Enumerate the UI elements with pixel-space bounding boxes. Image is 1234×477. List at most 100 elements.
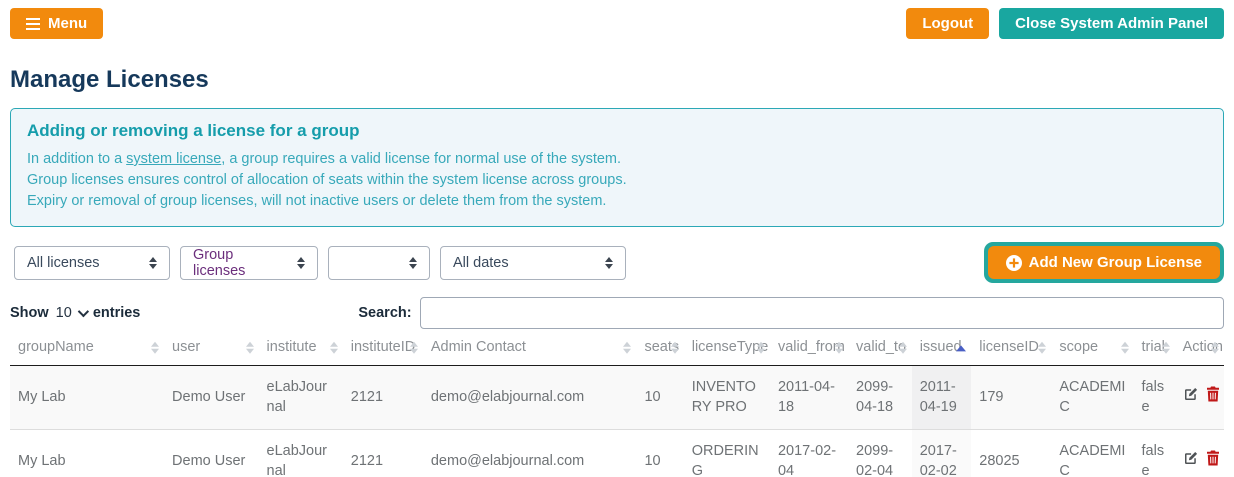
cell-issued: 2017-02-02 <box>912 430 972 477</box>
license-filter-select[interactable]: All licenses <box>14 246 170 280</box>
logout-button-label: Logout <box>922 15 973 32</box>
info-line-2: Group licenses ensures control of alloca… <box>27 170 1207 191</box>
sort-icon <box>899 342 907 354</box>
column-header-action[interactable]: Action <box>1175 333 1224 366</box>
cell-seats: 10 <box>636 430 683 477</box>
license-filter-value: All licenses <box>27 255 100 271</box>
column-header-label: institute <box>267 339 317 355</box>
close-system-admin-panel-button[interactable]: Close System Admin Panel <box>999 8 1224 39</box>
cell-user: Demo User <box>164 430 258 477</box>
cell-institute: eLabJournal <box>259 430 343 477</box>
table-row: My LabDemo UsereLabJournal2121demo@elabj… <box>10 366 1224 430</box>
sort-icon <box>671 342 679 354</box>
column-header-user[interactable]: user <box>164 333 258 366</box>
trash-icon[interactable] <box>1206 450 1220 473</box>
page-title: Manage Licenses <box>10 66 1224 94</box>
cell-adminContact: demo@elabjournal.com <box>423 366 637 430</box>
column-header-label: instituteID <box>351 339 415 355</box>
updown-arrows-icon <box>605 257 613 269</box>
table-controls: Show 10 entries Search: <box>10 297 1224 329</box>
trash-icon[interactable] <box>1206 386 1220 409</box>
cell-scope: ACADEMIC <box>1051 430 1133 477</box>
chevron-down-icon <box>78 306 89 317</box>
show-label: Show <box>10 305 49 321</box>
cell-licenseID: 28025 <box>971 430 1051 477</box>
table-row: My LabDemo UsereLabJournal2121demo@elabj… <box>10 430 1224 477</box>
close-button-label: Close System Admin Panel <box>1015 15 1208 32</box>
hamburger-icon <box>26 18 40 30</box>
page-size-select[interactable]: 10 <box>56 305 86 321</box>
add-new-group-license-highlight: Add New Group License <box>984 242 1224 283</box>
column-header-adminContact[interactable]: Admin Contact <box>423 333 637 366</box>
search-input[interactable] <box>420 297 1224 329</box>
cell-scope: ACADEMIC <box>1051 366 1133 430</box>
sort-icon <box>757 342 765 354</box>
cell-valid_from: 2011-04-18 <box>770 366 848 430</box>
edit-icon[interactable] <box>1183 386 1199 409</box>
licenses-table-body: My LabDemo UsereLabJournal2121demo@elabj… <box>10 366 1224 477</box>
sort-icon <box>1121 342 1129 354</box>
column-header-seats[interactable]: seats <box>636 333 683 366</box>
updown-arrows-icon <box>297 257 305 269</box>
sort-icon <box>1162 342 1170 354</box>
info-line1-pre: In addition to a <box>27 151 126 167</box>
column-header-licenseType[interactable]: licenseType <box>684 333 770 366</box>
logout-button[interactable]: Logout <box>906 8 989 39</box>
entries-label: entries <box>93 305 141 321</box>
search-label: Search: <box>358 305 411 321</box>
sort-ascending-icon <box>956 345 966 351</box>
info-line-3: Expiry or removal of group licenses, wil… <box>27 191 1207 212</box>
cell-user: Demo User <box>164 366 258 430</box>
add-new-group-license-button[interactable]: Add New Group License <box>988 246 1220 279</box>
action-cell <box>1175 430 1224 477</box>
column-header-label: licenseID <box>979 339 1039 355</box>
cell-groupName: My Lab <box>10 366 164 430</box>
cell-trial: false <box>1134 430 1175 477</box>
menu-button[interactable]: Menu <box>10 8 103 39</box>
license-type-filter-select[interactable]: Group licenses <box>180 246 318 280</box>
column-header-issued[interactable]: issued <box>912 333 972 366</box>
system-license-link[interactable]: system license <box>126 151 221 167</box>
cell-valid_to: 2099-02-04 <box>848 430 912 477</box>
empty-filter-select[interactable] <box>328 246 430 280</box>
column-header-groupName[interactable]: groupName <box>10 333 164 366</box>
column-header-institute[interactable]: institute <box>259 333 343 366</box>
sort-icon <box>835 342 843 354</box>
sort-icon <box>410 342 418 354</box>
licenses-table: groupNameuser institute instituteID Admin C… <box>10 333 1224 477</box>
show-entries: Show 10 entries <box>10 305 140 321</box>
sort-icon <box>1038 342 1046 354</box>
filter-row: All licenses Group licenses All dates Ad… <box>4 242 1224 283</box>
cell-valid_to: 2099-04-18 <box>848 366 912 430</box>
column-header-valid_from[interactable]: valid_from <box>770 333 848 366</box>
edit-icon[interactable] <box>1183 450 1199 473</box>
add-button-label: Add New Group License <box>1029 254 1202 271</box>
info-line1-post: , a group requires a valid license for n… <box>221 151 621 167</box>
column-header-label: scope <box>1059 339 1098 355</box>
sort-icon <box>151 342 159 354</box>
top-bar: Menu Logout Close System Admin Panel <box>0 0 1234 39</box>
column-header-scope[interactable]: scope <box>1051 333 1133 366</box>
cell-groupName: My Lab <box>10 430 164 477</box>
cell-seats: 10 <box>636 366 683 430</box>
license-type-filter-value: Group licenses <box>193 247 287 279</box>
info-box: Adding or removing a license for a group… <box>10 108 1224 227</box>
updown-arrows-icon <box>409 257 417 269</box>
cell-issued: 2011-04-19 <box>912 366 972 430</box>
page-size-value: 10 <box>56 305 72 321</box>
column-header-label: Admin Contact <box>431 339 526 355</box>
column-header-valid_to[interactable]: valid_to <box>848 333 912 366</box>
date-filter-select[interactable]: All dates <box>440 246 626 280</box>
column-header-instituteID[interactable]: instituteID <box>343 333 423 366</box>
updown-arrows-icon <box>149 257 157 269</box>
column-header-licenseID[interactable]: licenseID <box>971 333 1051 366</box>
cell-trial: false <box>1134 366 1175 430</box>
cell-adminContact: demo@elabjournal.com <box>423 430 637 477</box>
column-header-trial[interactable]: trial <box>1134 333 1175 366</box>
action-cell <box>1175 366 1224 430</box>
licenses-table-header: groupNameuser institute instituteID Admin C… <box>10 333 1224 366</box>
sort-icon <box>246 342 254 354</box>
menu-button-label: Menu <box>48 15 87 32</box>
plus-circle-icon <box>1006 255 1022 271</box>
sort-icon <box>330 342 338 354</box>
